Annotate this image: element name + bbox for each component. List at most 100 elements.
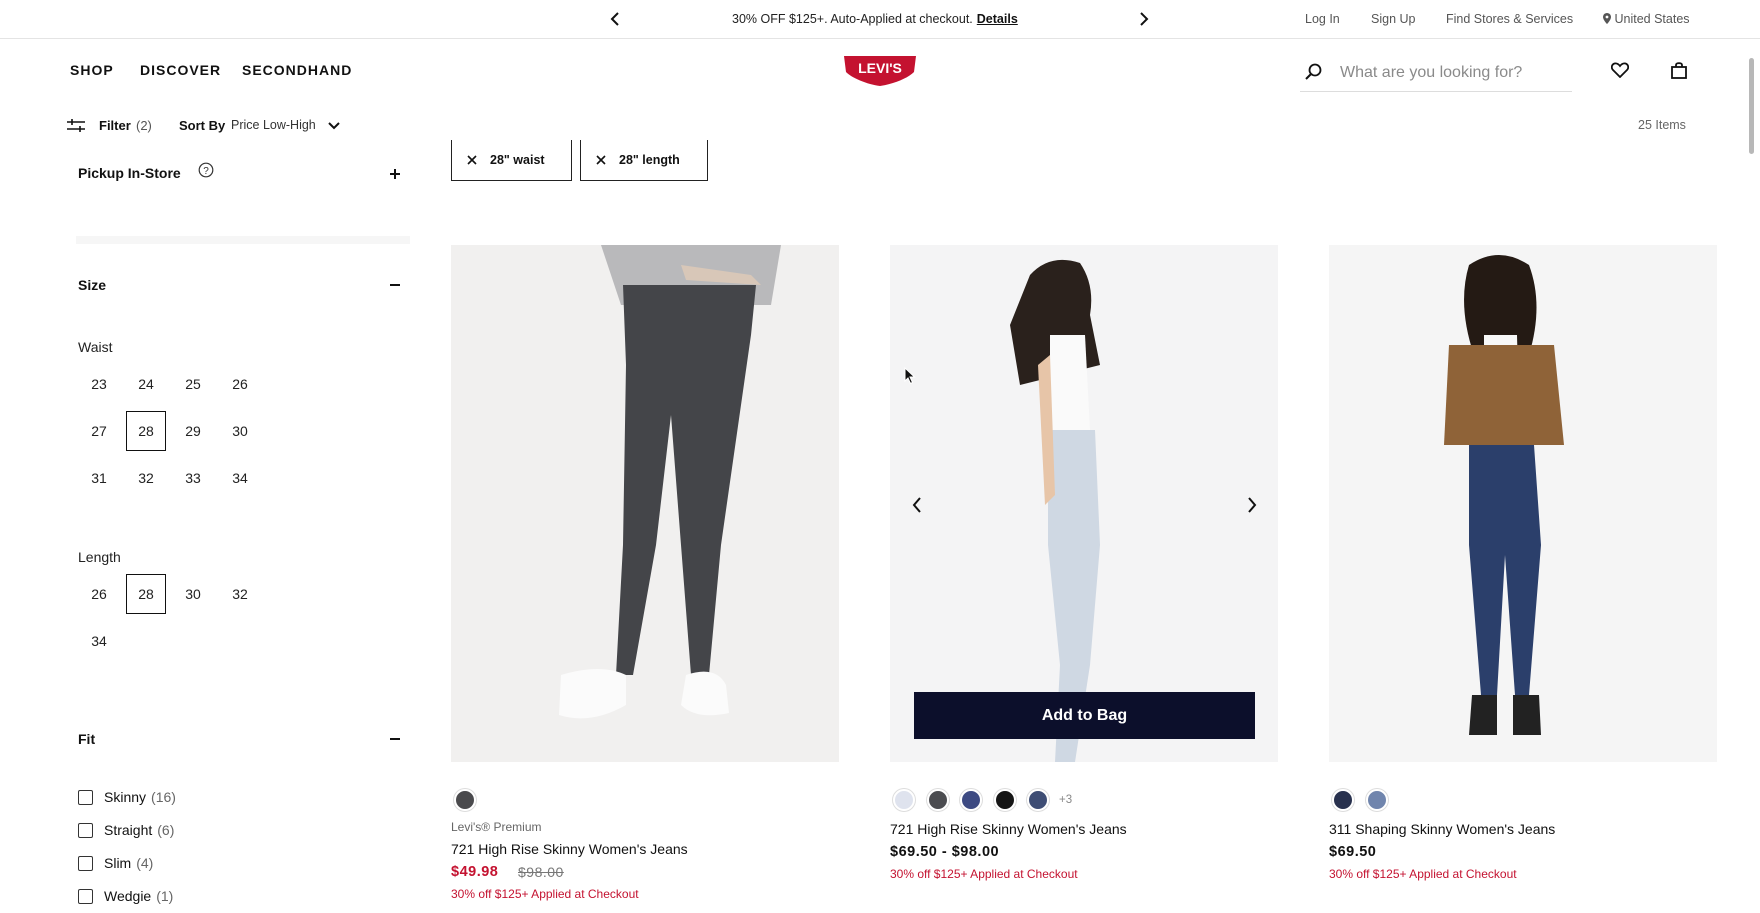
carousel-next-button[interactable] bbox=[1241, 494, 1263, 516]
mouse-cursor-icon bbox=[904, 367, 916, 385]
fit-option-straight[interactable]: Straight (6) bbox=[78, 819, 174, 841]
waist-option[interactable]: 31 bbox=[79, 458, 119, 498]
fit-option-wedgie[interactable]: Wedgie (1) bbox=[78, 885, 173, 907]
bag-button[interactable] bbox=[1666, 57, 1692, 83]
chip-label: 28" waist bbox=[490, 153, 545, 167]
checkbox[interactable] bbox=[78, 855, 93, 871]
product-price: $69.50 bbox=[1329, 844, 1377, 860]
checkbox[interactable] bbox=[78, 888, 93, 904]
product-image[interactable] bbox=[890, 245, 1278, 762]
help-icon[interactable]: ? bbox=[198, 162, 214, 178]
waist-option[interactable]: 23 bbox=[79, 364, 119, 404]
length-option[interactable]: 32 bbox=[220, 574, 260, 614]
sort-by-label[interactable]: Sort By bbox=[179, 118, 225, 133]
add-to-bag-button[interactable]: Add to Bag bbox=[914, 692, 1255, 739]
filter-button[interactable]: Filter bbox=[99, 118, 131, 133]
promo-prev-button[interactable] bbox=[604, 8, 626, 30]
applied-filter-chip-waist[interactable]: 28" waist bbox=[451, 140, 572, 181]
product-promo-note: 30% off $125+ Applied at Checkout bbox=[890, 867, 1078, 881]
color-swatch[interactable] bbox=[927, 789, 949, 811]
length-option[interactable]: 34 bbox=[79, 621, 119, 661]
waist-option[interactable]: 29 bbox=[173, 411, 213, 451]
scrollbar[interactable] bbox=[1749, 58, 1754, 154]
minus-icon bbox=[390, 284, 400, 286]
waist-option[interactable]: 24 bbox=[126, 364, 166, 404]
color-swatch[interactable] bbox=[1366, 789, 1388, 811]
fit-option-label: Skinny bbox=[104, 789, 147, 805]
more-swatches-count[interactable]: +3 bbox=[1059, 794, 1072, 806]
color-swatch[interactable] bbox=[1332, 789, 1354, 811]
waist-option[interactable]: 34 bbox=[220, 458, 260, 498]
items-count: 25 Items bbox=[1638, 118, 1686, 132]
waist-option[interactable]: 32 bbox=[126, 458, 166, 498]
levis-logo[interactable]: LEVI'S bbox=[842, 54, 918, 88]
waist-option[interactable]: 30 bbox=[220, 411, 260, 451]
product-brand: Levi's® Premium bbox=[451, 820, 542, 834]
product-name[interactable]: 311 Shaping Skinny Women's Jeans bbox=[1329, 821, 1555, 837]
size-collapse-button[interactable] bbox=[386, 276, 404, 294]
plus-icon bbox=[390, 169, 400, 179]
checkbox[interactable] bbox=[78, 822, 93, 838]
fit-option-count: (1) bbox=[156, 888, 174, 904]
close-icon[interactable] bbox=[595, 154, 607, 166]
search-input[interactable] bbox=[1340, 60, 1560, 86]
pickup-expand-button[interactable] bbox=[386, 165, 404, 183]
filter-sliders-icon[interactable] bbox=[66, 117, 86, 133]
chevron-down-icon[interactable] bbox=[326, 117, 342, 133]
nav-secondhand[interactable]: SECONDHAND bbox=[242, 62, 352, 78]
fit-option-label: Slim bbox=[104, 855, 132, 871]
waist-option[interactable]: 33 bbox=[173, 458, 213, 498]
waist-option[interactable]: 27 bbox=[79, 411, 119, 451]
fit-option-count: (16) bbox=[151, 789, 176, 805]
product-promo-note: 30% off $125+ Applied at Checkout bbox=[1329, 867, 1517, 881]
product-name[interactable]: 721 High Rise Skinny Women's Jeans bbox=[890, 821, 1127, 837]
size-heading[interactable]: Size bbox=[78, 277, 106, 293]
fit-option-slim[interactable]: Slim (4) bbox=[78, 852, 153, 874]
length-option-selected[interactable]: 28 bbox=[126, 574, 166, 614]
chevron-left-icon bbox=[912, 497, 921, 513]
pickup-heading[interactable]: Pickup In-Store bbox=[78, 165, 181, 181]
fit-option-count: (6) bbox=[157, 822, 175, 838]
checkbox[interactable] bbox=[78, 789, 93, 805]
waist-label: Waist bbox=[78, 339, 113, 355]
product-name[interactable]: 721 High Rise Skinny Women's Jeans bbox=[451, 841, 688, 857]
length-option[interactable]: 26 bbox=[79, 574, 119, 614]
waist-option-selected[interactable]: 28 bbox=[126, 411, 166, 451]
wishlist-button[interactable] bbox=[1607, 57, 1633, 83]
sort-by-value[interactable]: Price Low-High bbox=[231, 118, 316, 132]
waist-option[interactable]: 26 bbox=[220, 364, 260, 404]
minus-icon bbox=[390, 738, 400, 740]
applied-filter-chip-length[interactable]: 28" length bbox=[580, 140, 708, 181]
chip-label: 28" length bbox=[619, 153, 680, 167]
fit-option-skinny[interactable]: Skinny (16) bbox=[78, 786, 176, 808]
color-swatch[interactable] bbox=[994, 789, 1016, 811]
fit-heading[interactable]: Fit bbox=[78, 731, 95, 747]
product-photo bbox=[451, 245, 839, 762]
fit-collapse-button[interactable] bbox=[386, 730, 404, 748]
region-selector[interactable]: United States bbox=[1603, 12, 1690, 26]
promo-next-button[interactable] bbox=[1133, 8, 1155, 30]
location-pin-icon bbox=[1603, 13, 1611, 24]
fit-option-count: (4) bbox=[136, 855, 154, 871]
color-swatch[interactable] bbox=[1027, 789, 1049, 811]
waist-option[interactable]: 25 bbox=[173, 364, 213, 404]
chevron-left-icon bbox=[610, 12, 619, 26]
nav-shop[interactable]: SHOP bbox=[70, 62, 114, 78]
promo-text: 30% OFF $125+. Auto-Applied at checkout. bbox=[732, 12, 973, 26]
color-swatch[interactable] bbox=[454, 789, 476, 811]
color-swatch[interactable] bbox=[960, 789, 982, 811]
product-image[interactable] bbox=[451, 245, 839, 762]
region-label: United States bbox=[1614, 12, 1690, 26]
search-icon[interactable] bbox=[1304, 62, 1324, 82]
nav-discover[interactable]: DISCOVER bbox=[140, 62, 221, 78]
color-swatch[interactable] bbox=[893, 789, 915, 811]
chevron-right-icon bbox=[1248, 497, 1257, 513]
carousel-prev-button[interactable] bbox=[906, 494, 928, 516]
signup-link[interactable]: Sign Up bbox=[1371, 12, 1415, 26]
length-option[interactable]: 30 bbox=[173, 574, 213, 614]
find-stores-link[interactable]: Find Stores & Services bbox=[1446, 12, 1573, 26]
login-link[interactable]: Log In bbox=[1305, 12, 1340, 26]
close-icon[interactable] bbox=[466, 154, 478, 166]
product-image[interactable] bbox=[1329, 245, 1717, 762]
promo-details-link[interactable]: Details bbox=[977, 12, 1018, 26]
